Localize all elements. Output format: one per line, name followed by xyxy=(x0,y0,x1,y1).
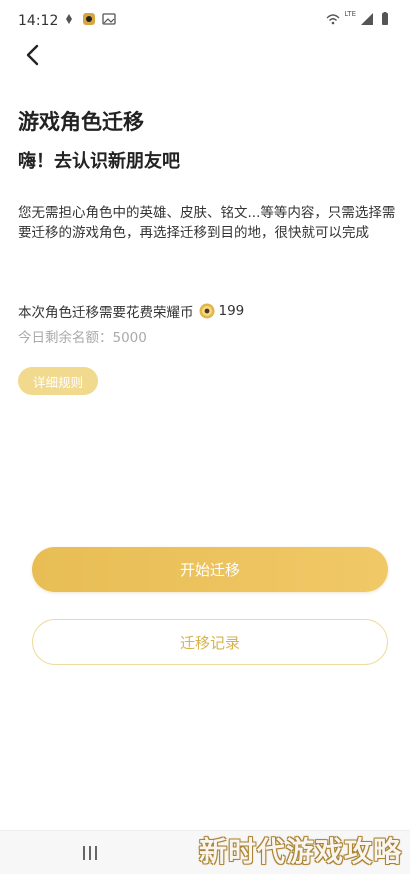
migration-record-button[interactable]: 迁移记录 xyxy=(32,619,388,665)
signal-icon xyxy=(361,13,373,25)
quota-text: 今日剩余名额：5000 xyxy=(18,330,147,346)
coin-icon xyxy=(199,303,214,319)
start-migration-button[interactable]: 开始迁移 xyxy=(32,547,388,592)
watermark: 新时代游戏攻略 xyxy=(198,835,402,868)
status-bar: 14:12 LTE xyxy=(0,0,410,40)
cost-value: 199 xyxy=(218,303,245,319)
cost-label: 本次角色迁移需要花费荣耀币 xyxy=(18,305,194,321)
cost-line: 本次角色迁移需要花费荣耀币 199 xyxy=(18,301,244,321)
status-right-icons: LTE xyxy=(326,10,392,26)
page-title: 游戏角色迁移 xyxy=(18,110,144,134)
page-subtitle: 嗨！去认识新朋友吧 xyxy=(18,151,180,172)
rules-button[interactable]: 详细规则 xyxy=(18,367,98,395)
status-time: 14:12 xyxy=(18,13,59,29)
migration-description: 您无需担心角色中的英雄、皮肤、铭文...等等内容，只需选择需要迁移的游戏角色，再… xyxy=(18,205,396,241)
battery-icon xyxy=(382,12,388,25)
status-left-icons xyxy=(62,12,116,26)
game-app-icon xyxy=(83,13,95,25)
gallery-icon xyxy=(102,13,116,25)
recents-icon[interactable] xyxy=(80,845,100,861)
network-type: LTE xyxy=(344,10,356,18)
wifi-icon xyxy=(326,14,340,25)
back-button[interactable] xyxy=(18,40,48,70)
back-arrow-icon xyxy=(26,44,39,66)
notification-app-icon xyxy=(66,14,72,24)
quota-line: 今日剩余名额：5000 xyxy=(18,326,147,346)
